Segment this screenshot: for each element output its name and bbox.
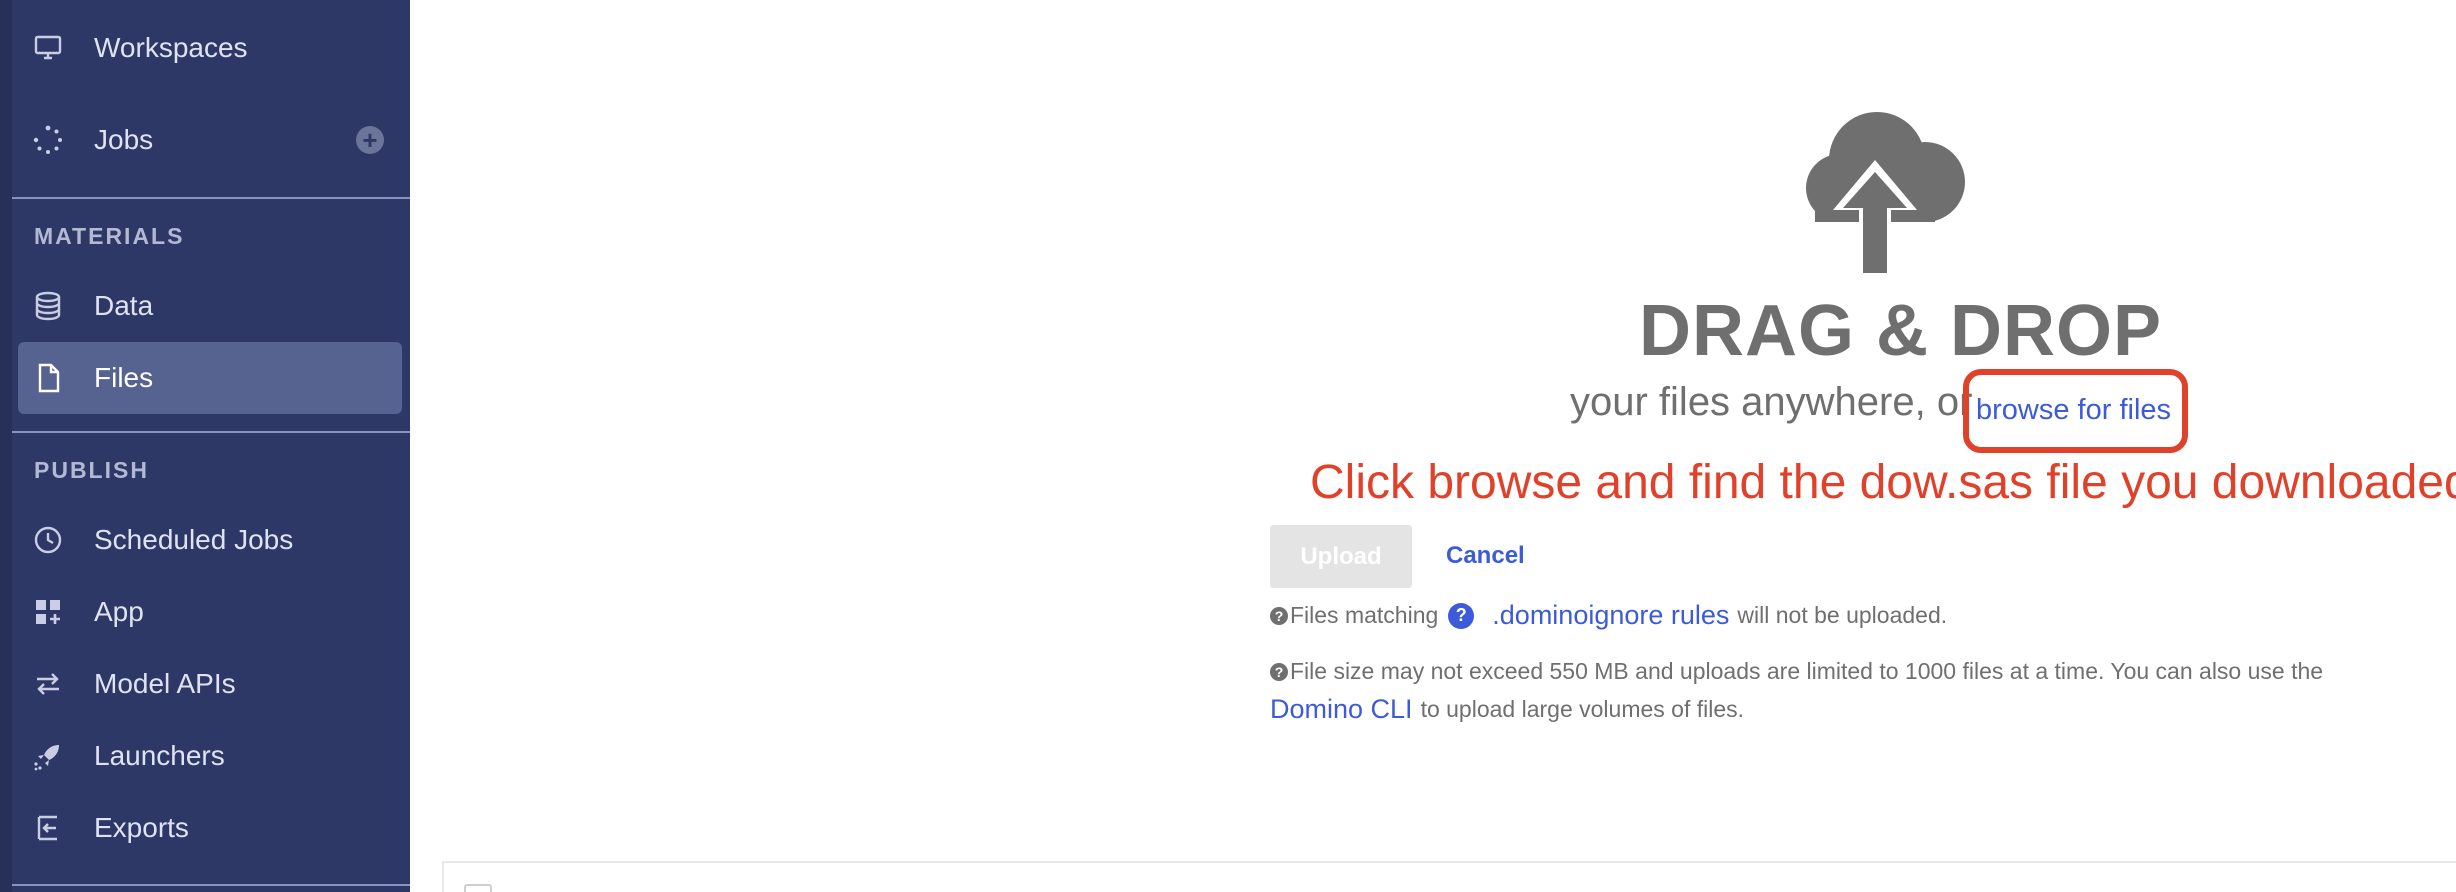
sidebar-divider — [12, 884, 410, 886]
files-upload-page: Workspaces Jobs + MATERIALS Data Files P… — [0, 0, 2456, 892]
sidebar-item-app[interactable]: App — [18, 576, 402, 648]
sidebar-divider — [12, 431, 410, 433]
browse-for-files-link[interactable]: browse for files — [1976, 394, 2171, 427]
select-all-checkbox[interactable] — [464, 884, 492, 892]
sidebar-item-launchers[interactable]: Launchers — [18, 720, 402, 792]
swap-arrows-icon — [32, 668, 64, 700]
drag-drop-subtitle: your files anywhere, or — [1570, 380, 1973, 424]
monitor-icon — [32, 32, 64, 64]
cli-suffix-text: to upload large volumes of files. — [1420, 696, 1745, 722]
sidebar-item-label: Workspaces — [94, 32, 248, 63]
upload-button[interactable]: Upload — [1270, 525, 1412, 588]
help-icon: ? — [1270, 662, 1288, 681]
help-icon: ? — [1270, 606, 1288, 625]
spinner-icon — [32, 124, 64, 156]
sidebar-item-jobs[interactable]: Jobs + — [18, 104, 402, 176]
domino-cli-link[interactable]: Domino CLI — [1270, 694, 1413, 725]
ignore-suffix-text: will not be uploaded. — [1737, 602, 1948, 628]
instruction-annotation: Click browse and find the dow.sas file y… — [1310, 456, 2456, 509]
sidebar-item-label: Launchers — [94, 740, 225, 771]
sidebar-item-label: Files — [94, 362, 154, 393]
sidebar-item-label: Scheduled Jobs — [94, 524, 294, 555]
app-grid-icon — [32, 596, 64, 628]
sidebar-item-files[interactable]: Files — [18, 342, 402, 414]
rocket-icon — [32, 740, 64, 772]
sidebar-item-label: Model APIs — [94, 668, 236, 699]
export-icon — [32, 812, 64, 844]
dominoignore-rules-link[interactable]: .dominoignore rules — [1492, 600, 1729, 631]
sidebar-item-scheduled-jobs[interactable]: Scheduled Jobs — [18, 504, 402, 576]
sidebar-edge — [0, 0, 12, 892]
add-job-plus-icon[interactable]: + — [356, 126, 384, 154]
ignore-prefix-text: Files matching — [1290, 602, 1439, 628]
sidebar-item-label: Data — [94, 290, 154, 321]
section-label-materials: MATERIALS — [34, 223, 185, 249]
drag-drop-title: DRAG & DROP — [1639, 291, 2163, 371]
sidebar-item-label: App — [94, 596, 144, 627]
cloud-upload-icon — [1785, 108, 1965, 273]
file-icon — [32, 362, 64, 394]
database-icon — [32, 290, 64, 322]
files-table — [442, 861, 2456, 892]
clock-icon — [32, 524, 64, 556]
sidebar-item-model-apis[interactable]: Model APIs — [18, 648, 402, 720]
cli-note: Domino CLI to upload large volumes of fi… — [1270, 694, 1744, 725]
sidebar-item-exports[interactable]: Exports — [18, 792, 402, 864]
sidebar-item-label: Exports — [94, 812, 189, 843]
help-badge-icon[interactable]: ? — [1448, 602, 1475, 629]
sidebar-item-data[interactable]: Data — [18, 270, 402, 342]
ignore-rules-note: ? Files matching ? .dominoignore rules w… — [1270, 600, 1947, 631]
file-size-text: File size may not exceed 550 MB and uplo… — [1290, 658, 2324, 684]
sidebar: Workspaces Jobs + MATERIALS Data Files P… — [0, 0, 410, 892]
cancel-button[interactable]: Cancel — [1446, 542, 1525, 570]
files-main: DRAG & DROP your files anywhere, or brow… — [410, 0, 2456, 892]
file-size-note: ? File size may not exceed 550 MB and up… — [1270, 658, 2323, 685]
sidebar-divider — [12, 197, 410, 199]
sidebar-item-workspaces[interactable]: Workspaces — [18, 12, 402, 84]
section-label-publish: PUBLISH — [34, 457, 149, 483]
sidebar-item-label: Jobs — [94, 124, 154, 155]
